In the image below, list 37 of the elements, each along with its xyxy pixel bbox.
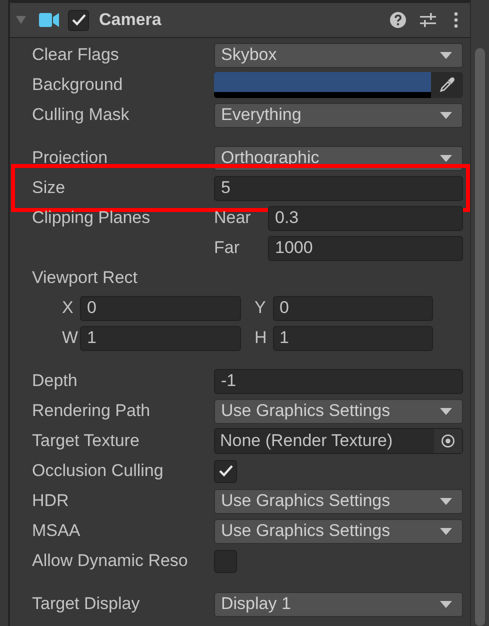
field-label: Far	[214, 238, 240, 258]
dropdown[interactable]: Use Graphics Settings	[214, 398, 463, 424]
field-label: X	[62, 298, 74, 318]
property-label: Depth	[32, 371, 78, 391]
property-label: Clear Flags	[32, 45, 120, 65]
property-label: Clipping Planes	[32, 208, 152, 228]
input-field[interactable]: -1	[214, 368, 463, 394]
dropdown[interactable]: Skybox	[214, 42, 463, 68]
property-label: MSAA	[32, 521, 82, 541]
field-label: H	[254, 328, 268, 348]
number-field[interactable]: 1	[80, 326, 240, 350]
property-label: Occlusion Culling	[32, 461, 164, 481]
property-label: Allow Dynamic Reso	[32, 551, 189, 571]
property-label: Viewport Rect	[32, 268, 139, 288]
field-label: W	[62, 328, 80, 348]
property-label: HDR	[32, 491, 70, 511]
property-label: Culling Mask	[32, 105, 130, 125]
number-field[interactable]: 1000	[268, 236, 463, 260]
property-label: Target Display	[32, 594, 141, 614]
number-field[interactable]: 1	[272, 326, 433, 350]
property-label: Rendering Path	[32, 401, 152, 421]
property-label: Projection	[32, 148, 109, 168]
number-field[interactable]: 0.3	[268, 206, 463, 230]
property-label: Size	[32, 178, 66, 198]
property-label: Target Texture	[32, 431, 140, 451]
field-label: Y	[254, 298, 267, 318]
dropdown[interactable]: Display 1	[214, 592, 463, 616]
component-title: Camera	[99, 10, 162, 30]
number-field[interactable]: 0	[272, 296, 433, 320]
object-field[interactable]: None (Render Texture)	[214, 428, 463, 454]
dropdown[interactable]: Use Graphics Settings	[214, 488, 463, 514]
dropdown[interactable]: Use Graphics Settings	[214, 518, 463, 544]
input-field[interactable]: 5	[214, 176, 463, 200]
dropdown[interactable]: Everything	[214, 102, 463, 128]
field-label: Near	[214, 208, 252, 228]
property-label: Background	[32, 75, 124, 95]
number-field[interactable]: 0	[80, 296, 240, 320]
